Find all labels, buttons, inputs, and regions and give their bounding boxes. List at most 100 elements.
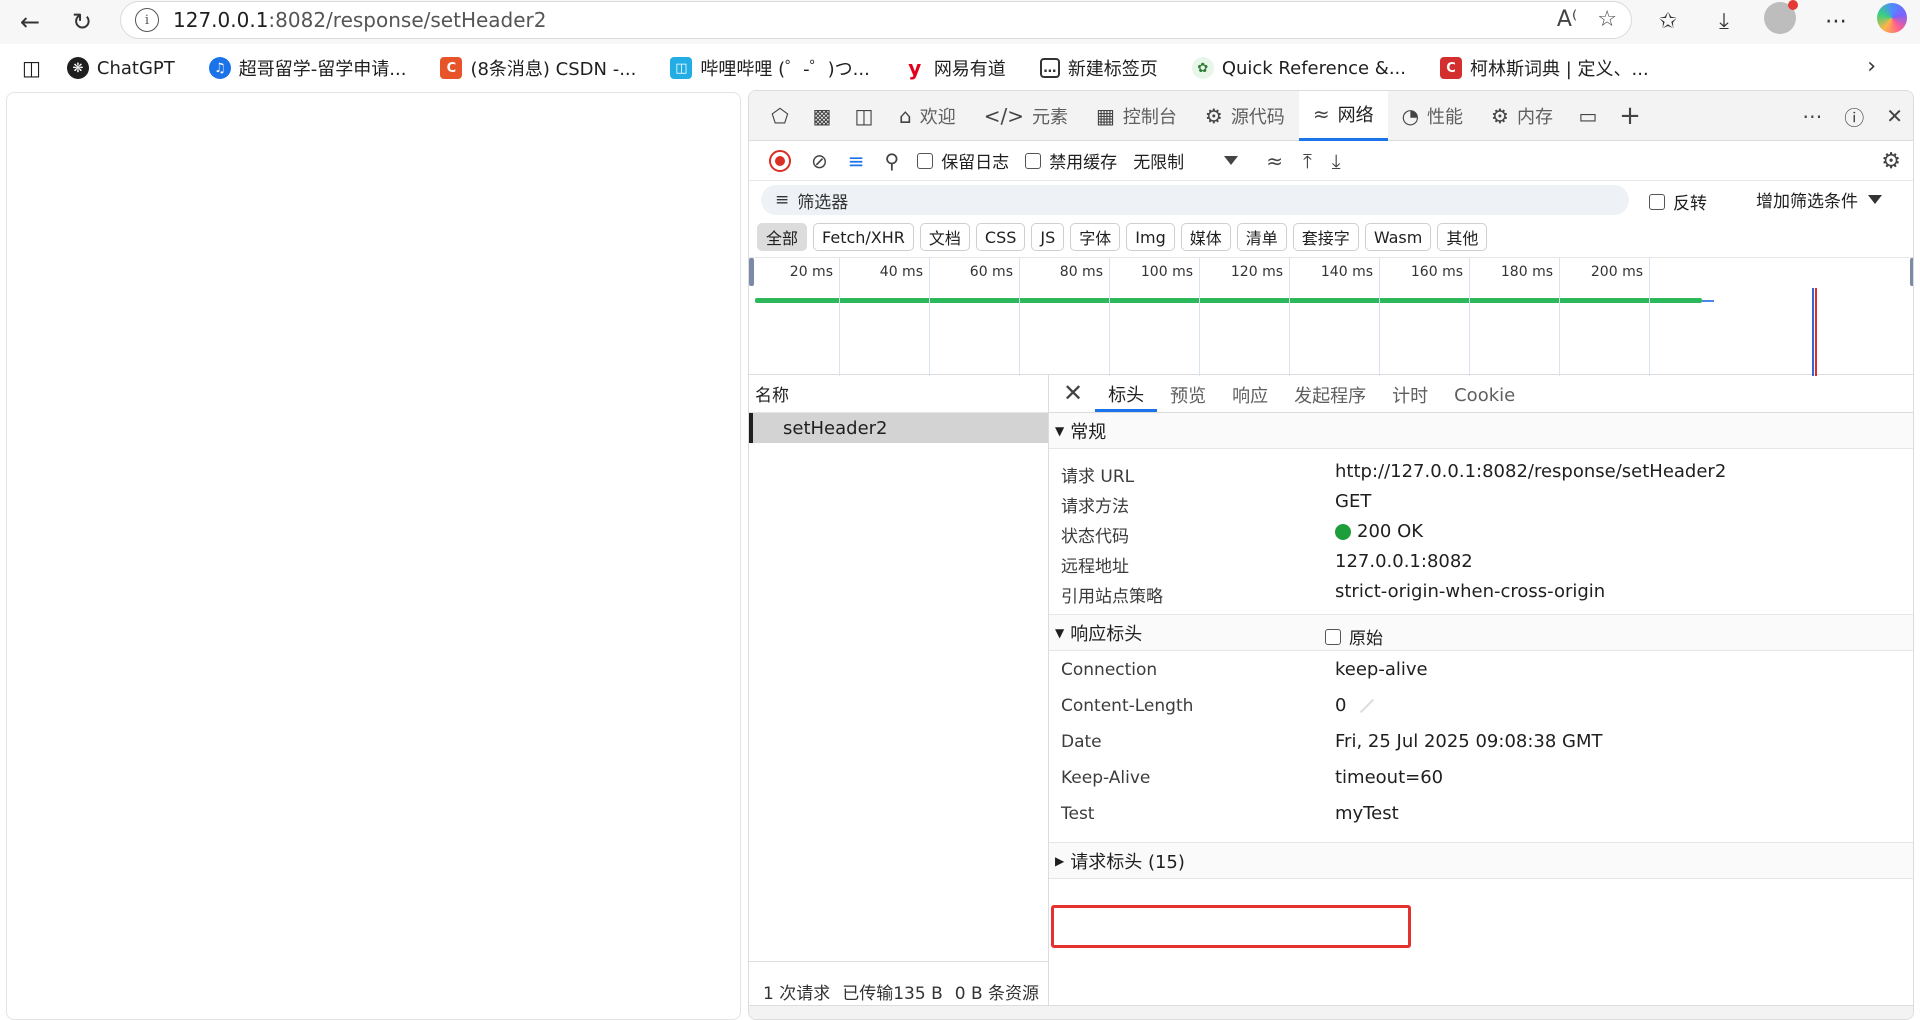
close-icon[interactable]: ✕ [1063, 374, 1083, 412]
import-har-icon[interactable]: ⤒ [1303, 149, 1312, 173]
collections-icon[interactable]: ◫ [22, 56, 41, 80]
bookmark-2[interactable]: C (8条消息) CSDN -... [440, 55, 636, 81]
type-filter-chip[interactable]: 其他 [1437, 223, 1488, 251]
device-emulation-icon[interactable]: ▩ [801, 104, 843, 128]
timeline-tick-label: 60 ms [969, 264, 1013, 280]
timeline-overview[interactable]: 20 ms 40 ms 60 ms 80 ms 100 ms 120 ms 140 ms 16… [749, 257, 1913, 376]
clear-icon[interactable]: ⊘ [811, 149, 828, 173]
tab-welcome[interactable]: ⌂ 欢迎 [885, 91, 970, 141]
bookmark-6[interactable]: ✿ Quick Reference &... [1191, 57, 1406, 79]
bookmarks-bar: ◫ ❋ ChatGPT ♫ 超哥留学-留学申请... C (8条消息) CSDN -.… [0, 50, 1920, 86]
copilot-icon [1877, 3, 1907, 33]
type-filter-chip[interactable]: 字体 [1070, 223, 1121, 251]
more-filters-dropdown[interactable]: 增加筛选条件 [1756, 187, 1882, 212]
checkbox-box[interactable] [1025, 152, 1042, 169]
bookmark-5[interactable]: … 新建标签页 [1039, 55, 1158, 81]
header-value: 0 [1335, 695, 1376, 716]
chevron-right-icon[interactable]: › [1867, 54, 1876, 79]
type-filter-chip[interactable]: Img [1126, 223, 1175, 251]
export-har-icon[interactable]: ⤓ [1332, 149, 1341, 173]
header-value: timeout=60 [1335, 767, 1444, 788]
overview-right-handle[interactable] [1910, 258, 1913, 286]
bookmark-0[interactable]: ❋ ChatGPT [66, 57, 175, 79]
general-section-header[interactable]: ▼ 常规 [1049, 413, 1913, 449]
type-filter-chip[interactable]: 媒体 [1180, 223, 1231, 251]
general-row: 状态代码 200 OK [1049, 517, 1913, 547]
tab-performance[interactable]: ◔ 性能 [1388, 91, 1477, 141]
site-info-icon[interactable]: i [135, 8, 159, 32]
add-tab-icon[interactable]: + [1609, 101, 1651, 131]
table-row[interactable]: setHeader2 [749, 413, 1048, 443]
favorite-star-icon[interactable]: ☆ [1597, 7, 1617, 32]
request-headers-section-header[interactable]: ▶ 请求标头 (15) [1049, 843, 1913, 879]
back-button[interactable]: ← [12, 4, 48, 40]
more-tools-icon[interactable]: ⋯ [1802, 104, 1822, 128]
globe-icon: ♫ [208, 57, 231, 79]
tab-sources[interactable]: ⚙ 源代码 [1191, 91, 1299, 141]
settings-gear-icon[interactable]: ⚙ [1881, 149, 1901, 174]
bookmark-3[interactable]: ◫ 哔哩哔哩 (゜-゜)つ... [670, 55, 870, 81]
tab-cookies[interactable]: Cookie [1441, 378, 1528, 412]
type-filter-chip[interactable]: 文档 [919, 223, 970, 251]
tab-timing[interactable]: 计时 [1379, 378, 1441, 412]
console-icon: ▦ [1095, 103, 1115, 128]
tab-headers[interactable]: 标头 [1095, 378, 1158, 412]
tab-initiator[interactable]: 发起程序 [1281, 378, 1379, 412]
copilot-button[interactable] [1864, 3, 1920, 39]
filter-toggle-icon[interactable]: ≡ [848, 149, 865, 173]
favorites-icon[interactable]: ✩ [1640, 9, 1696, 34]
address-bar[interactable]: i 127.0.0.1:8082/response/setHeader2 A⁽ … [120, 1, 1632, 39]
address-url[interactable]: 127.0.0.1:8082/response/setHeader2 [173, 8, 547, 32]
type-filter-chip[interactable]: Fetch/XHR [813, 223, 914, 251]
type-filter-chip[interactable]: JS [1031, 223, 1065, 251]
help-icon[interactable]: ⓘ [1844, 102, 1864, 131]
url-host: 127.0.0.1 [173, 8, 269, 32]
inspect-icon[interactable]: ⬠ [759, 104, 801, 128]
download-icon[interactable]: ⤓ [1696, 9, 1752, 34]
more-icon[interactable]: ⋯ [1808, 9, 1864, 34]
type-filter-chip[interactable]: Wasm [1364, 223, 1432, 251]
type-filter-chip[interactable]: 全部 [757, 223, 808, 251]
network-conditions-icon[interactable]: ≈ [1266, 149, 1283, 173]
disable-cache-checkbox[interactable]: 禁用缓存 [1025, 148, 1117, 173]
filter-row: ≡ 筛选器 反转 增加筛选条件 [749, 181, 1913, 219]
search-icon[interactable]: ⚲ [885, 149, 900, 173]
name-column-header[interactable]: 名称 [749, 375, 1048, 413]
edit-icon[interactable] [1360, 698, 1375, 713]
profile-button[interactable] [1752, 0, 1808, 40]
dock-side-icon[interactable]: ◫ [843, 104, 885, 128]
header-value: http://127.0.0.1:8082/response/setHeader… [1335, 461, 1727, 482]
type-filter-chip[interactable]: 套接字 [1292, 223, 1359, 251]
invert-checkbox[interactable]: 反转 [1649, 189, 1707, 214]
tab-preview[interactable]: 预览 [1157, 378, 1219, 412]
read-aloud-icon[interactable]: A⁽ [1557, 7, 1577, 32]
checkbox-box[interactable] [917, 152, 934, 169]
tab-memory[interactable]: ⚙ 内存 [1477, 91, 1567, 141]
checkbox-box[interactable] [1649, 193, 1665, 210]
record-icon[interactable] [769, 149, 791, 172]
type-filter-chip[interactable]: CSS [975, 223, 1026, 251]
bookmark-4[interactable]: y 网易有道 [904, 55, 1006, 81]
checkbox-box[interactable] [1325, 628, 1341, 645]
collins-icon: C [1440, 57, 1462, 79]
refresh-button[interactable]: ↻ [64, 4, 100, 40]
timeline-tick-label: 80 ms [1059, 264, 1103, 280]
bookmark-label: 超哥留学-留学申请... [238, 59, 407, 80]
throttle-select[interactable]: 无限制 [1133, 148, 1184, 173]
tab-response[interactable]: 响应 [1219, 378, 1281, 412]
panel-icon[interactable]: ▭ [1567, 104, 1609, 128]
raw-checkbox[interactable]: 原始 [1325, 624, 1383, 649]
timeline-gridline [1289, 258, 1290, 376]
type-filter-chip[interactable]: 清单 [1236, 223, 1287, 251]
filter-input[interactable]: ≡ 筛选器 [761, 185, 1629, 215]
bookmark-7[interactable]: C 柯林斯词典 | 定义、... [1440, 55, 1649, 81]
tab-label: 源代码 [1230, 106, 1285, 128]
chevron-down-icon[interactable] [1224, 156, 1239, 165]
close-devtools-icon[interactable]: ✕ [1886, 104, 1903, 128]
tab-network[interactable]: ≈ 网络 [1298, 91, 1388, 141]
tab-console[interactable]: ▦ 控制台 [1082, 91, 1191, 141]
preserve-log-checkbox[interactable]: 保留日志 [917, 148, 1009, 173]
response-headers-section-header[interactable]: ▼ 响应标头 原始 [1049, 615, 1913, 651]
tab-elements[interactable]: </> 元素 [970, 91, 1082, 141]
bookmark-1[interactable]: ♫ 超哥留学-留学申请... [208, 55, 407, 81]
